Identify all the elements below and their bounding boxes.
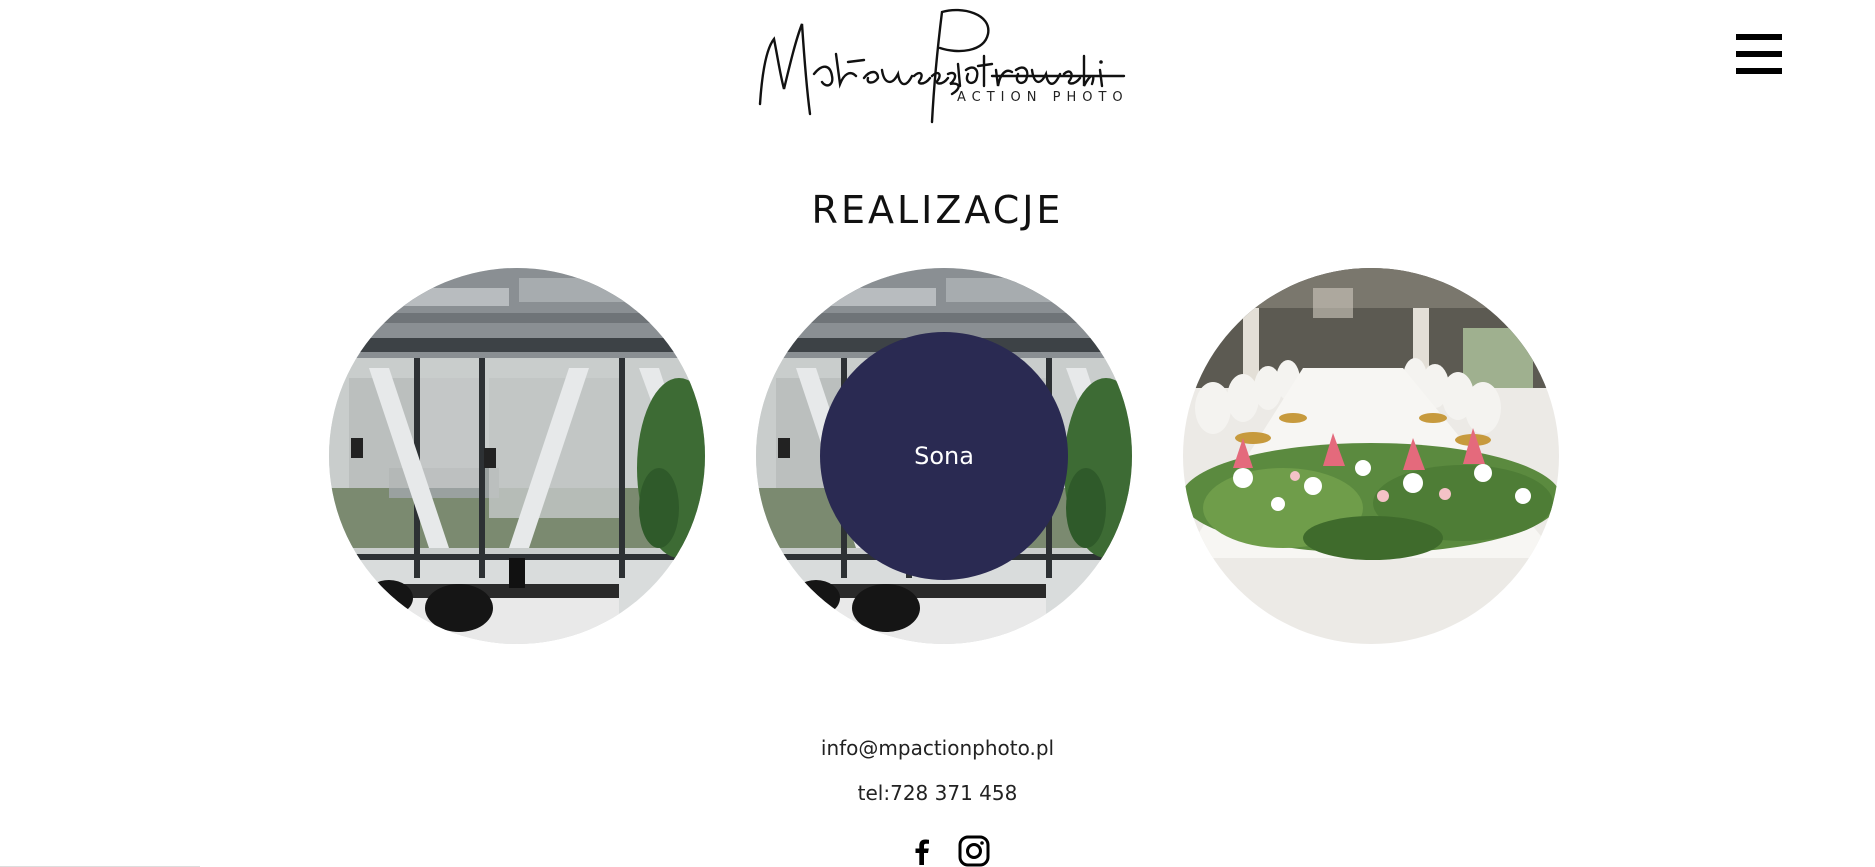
gallery-overlay[interactable]: Sona [820,332,1068,580]
gallery-item-label: Sona [914,442,974,470]
menu-bar [1736,68,1782,74]
social-links [905,834,991,867]
office-interior-photo [329,268,705,644]
menu-bar [1736,51,1782,57]
hamburger-icon[interactable] [1736,34,1782,74]
facebook-icon[interactable] [905,834,939,867]
page-title: REALIZACJE [811,188,1064,232]
site-logo[interactable]: ACTION PHOTO [752,4,1132,124]
logo-tagline: ACTION PHOTO [957,90,1129,105]
instagram-icon[interactable] [957,834,991,867]
contact-email[interactable]: info@mpactionphoto.pl [0,736,1875,760]
menu-bar [1736,34,1782,40]
gallery-item-office[interactable] [329,268,705,644]
page: ACTION PHOTO REALIZACJE Sona info@mpacti… [0,0,1875,867]
wedding-table-flowers-photo [1183,268,1559,644]
gallery-item-sona[interactable]: Sona [756,268,1132,644]
logo-signature [758,8,1126,124]
contact-phone[interactable]: tel:728 371 458 [0,781,1875,805]
gallery-item-wedding[interactable] [1183,268,1559,644]
